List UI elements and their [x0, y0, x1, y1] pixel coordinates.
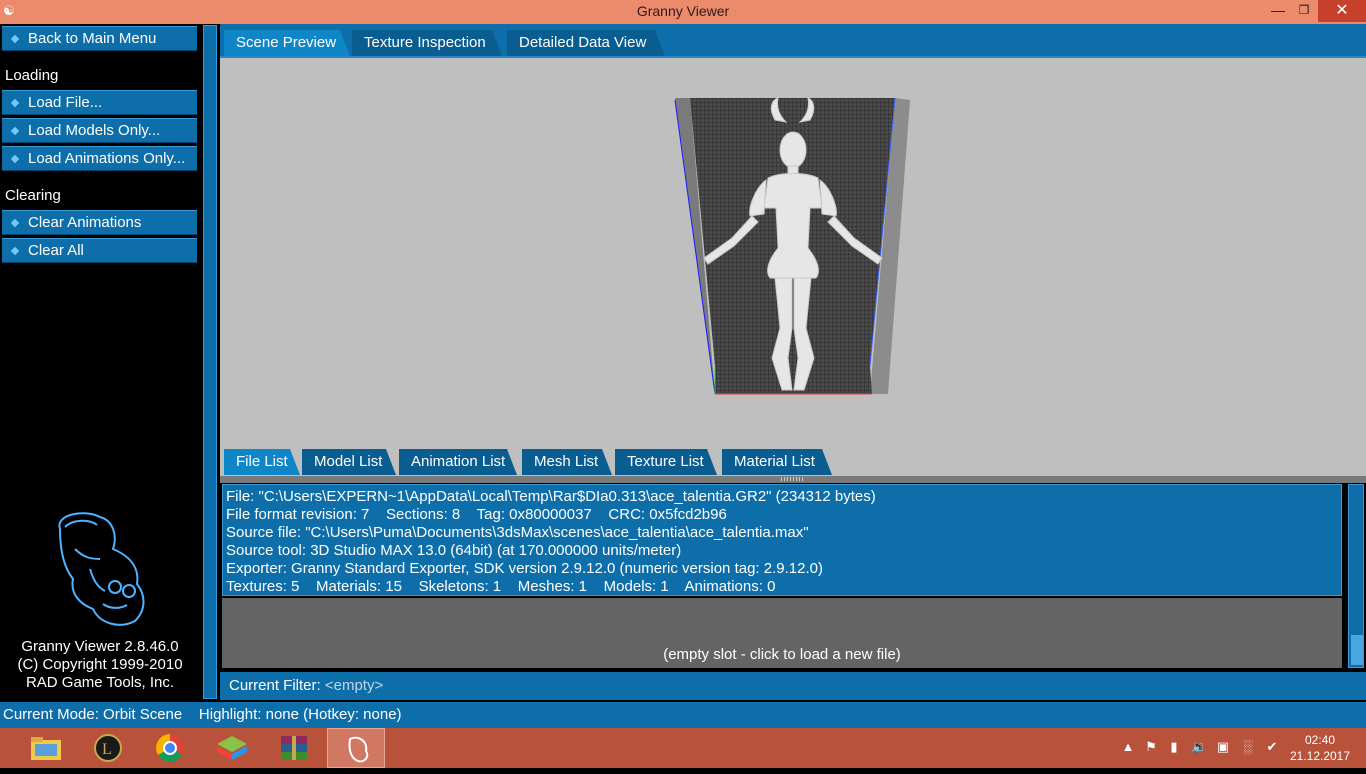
- load-file-button[interactable]: Load File...: [2, 90, 197, 115]
- about-company: RAD Game Tools, Inc.: [25, 674, 175, 691]
- action-center-flag-icon[interactable]: ⚑: [1143, 738, 1159, 756]
- signal-icon[interactable]: ░: [1240, 738, 1256, 756]
- empty-file-slot[interactable]: (empty slot - click to load a new file): [222, 598, 1342, 668]
- restore-button[interactable]: ❐: [1290, 0, 1318, 22]
- security-icon[interactable]: ✔: [1264, 738, 1280, 756]
- about-copyright: (C) Copyright 1999-2010: [17, 656, 183, 673]
- counts-line: Textures: 5 Materials: 15 Skeletons: 1 M…: [226, 578, 776, 595]
- tab-file-list[interactable]: File List: [224, 449, 300, 475]
- diamond-icon: [10, 218, 20, 228]
- tab-scene-preview[interactable]: Scene Preview: [224, 30, 350, 56]
- diamond-icon: [10, 98, 20, 108]
- clear-animations-button[interactable]: Clear Animations: [2, 210, 197, 235]
- diamond-icon: [10, 154, 20, 164]
- splitter-grip-icon: [781, 477, 805, 481]
- windows-taskbar: L ▲ ⚑ ▮ 🔉 ▣ ░ ✔ 02:40 21.12.2017: [0, 728, 1366, 768]
- file-list-scrollbar[interactable]: [1346, 483, 1366, 670]
- horizontal-splitter[interactable]: [220, 476, 1366, 483]
- empty-slot-label: (empty slot - click to load a new file): [663, 646, 901, 663]
- battery-icon[interactable]: ▮: [1166, 738, 1182, 756]
- tab-texture-list[interactable]: Texture List: [615, 449, 717, 475]
- title-bar: ☯ Granny Viewer — ❐ ✕: [0, 0, 1366, 24]
- filter-label: Current Filter:: [229, 677, 321, 694]
- clock-date: 21.12.2017: [1289, 749, 1351, 763]
- source-tool-line: Source tool: 3D Studio MAX 13.0 (64bit) …: [226, 542, 682, 559]
- load-animations-only-button[interactable]: Load Animations Only...: [2, 146, 197, 171]
- filter-value[interactable]: <empty>: [325, 677, 383, 694]
- bottom-tab-bar: File List Model List Animation List Mesh…: [220, 448, 1366, 476]
- file-explorer-icon[interactable]: [17, 728, 75, 768]
- tab-model-list[interactable]: Model List: [302, 449, 396, 475]
- granny-logo-icon: [58, 512, 145, 626]
- file-path-line: File: "C:\Users\EXPERN~1\AppData\Local\T…: [226, 488, 876, 505]
- diamond-icon: [10, 126, 20, 136]
- close-button[interactable]: ✕: [1318, 0, 1366, 22]
- source-file-line: Source file: "C:\Users\Puma\Documents\3d…: [226, 524, 809, 541]
- filter-bar: Current Filter: <empty>: [220, 672, 1366, 700]
- loading-section-label: Loading: [5, 67, 59, 84]
- file-format-line: File format revision: 7 Sections: 8 Tag:…: [226, 506, 727, 523]
- tab-texture-inspection[interactable]: Texture Inspection: [352, 30, 502, 56]
- scrollbar-thumb[interactable]: [1351, 635, 1363, 665]
- tab-animation-list[interactable]: Animation List: [399, 449, 517, 475]
- scene-render: [674, 97, 910, 395]
- svg-text:L: L: [102, 741, 112, 758]
- status-bar: Current Mode: Orbit Scene Highlight: non…: [0, 702, 1366, 728]
- granny-viewer-icon[interactable]: [327, 728, 385, 768]
- highlight-text: Highlight: none (Hotkey: none): [198, 706, 402, 723]
- scene-preview-viewport[interactable]: [220, 58, 1366, 448]
- diamond-icon: [10, 246, 20, 256]
- minimize-button[interactable]: —: [1264, 0, 1292, 22]
- chrome-icon[interactable]: [141, 728, 199, 768]
- league-of-legends-icon[interactable]: L: [79, 728, 137, 768]
- file-entry-selected[interactable]: File: "C:\Users\EXPERN~1\AppData\Local\T…: [222, 484, 1342, 596]
- file-list-panel: File: "C:\Users\EXPERN~1\AppData\Local\T…: [220, 483, 1346, 670]
- exporter-line: Exporter: Granny Standard Exporter, SDK …: [226, 560, 823, 577]
- clear-all-button[interactable]: Clear All: [2, 238, 197, 263]
- current-mode-text: Current Mode: Orbit Scene: [3, 706, 183, 723]
- left-panel: Back to Main Menu Loading Load File... L…: [0, 24, 200, 700]
- tab-material-list[interactable]: Material List: [722, 449, 832, 475]
- network-icon[interactable]: ▣: [1215, 738, 1231, 756]
- load-models-only-button[interactable]: Load Models Only...: [2, 118, 197, 143]
- clearing-section-label: Clearing: [5, 187, 61, 204]
- show-hidden-icons-icon[interactable]: ▲: [1120, 738, 1136, 756]
- tab-mesh-list[interactable]: Mesh List: [522, 449, 612, 475]
- top-tab-bar: Scene Preview Texture Inspection Detaile…: [220, 24, 1366, 58]
- vertical-splitter[interactable]: [202, 24, 218, 700]
- volume-icon[interactable]: 🔉: [1191, 738, 1207, 756]
- system-clock[interactable]: 02:40 21.12.2017: [1280, 732, 1360, 764]
- tab-detailed-data-view[interactable]: Detailed Data View: [507, 30, 665, 56]
- bluestacks-icon[interactable]: [203, 728, 261, 768]
- about-version: Granny Viewer 2.8.46.0: [21, 638, 179, 655]
- back-to-main-menu-button[interactable]: Back to Main Menu: [2, 26, 197, 51]
- window-title: Granny Viewer: [636, 3, 730, 19]
- diamond-icon: [10, 34, 20, 44]
- winrar-icon[interactable]: [265, 728, 323, 768]
- clock-time: 02:40: [1304, 733, 1336, 747]
